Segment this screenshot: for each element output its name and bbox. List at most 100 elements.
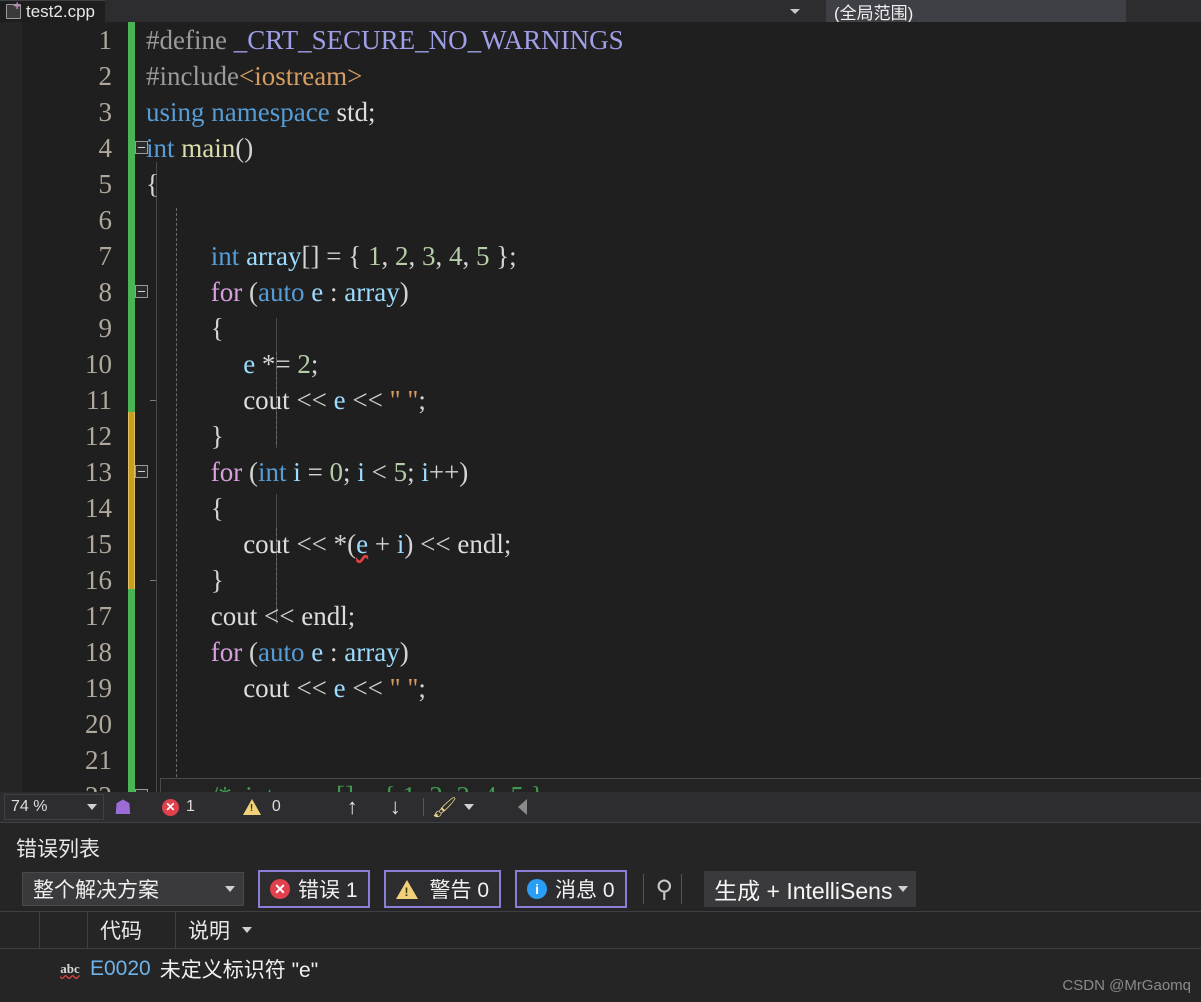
code-token: " ": [389, 385, 419, 415]
code-line[interactable]: 19 cout << e << " ";: [0, 670, 1201, 706]
code-line[interactable]: 13 for (int i = 0; i < 5; i++): [0, 454, 1201, 490]
code-token: i: [421, 457, 429, 487]
code-token: ;: [503, 529, 512, 559]
code-token: cout: [243, 673, 290, 703]
toolbar-divider: [642, 874, 644, 904]
code-line[interactable]: 14 {: [0, 490, 1201, 526]
code-line[interactable]: 8 for (auto e : array): [0, 274, 1201, 310]
code-line[interactable]: 9{: [0, 310, 1201, 346]
error-list-header-row: 代码 说明: [0, 911, 1201, 949]
build-source-dropdown[interactable]: 生成 + IntelliSens: [704, 871, 917, 907]
line-number: 18: [85, 637, 112, 667]
code-line[interactable]: 7 int array[] = { 1, 2, 3, 4, 5 };: [0, 238, 1201, 274]
build-source-label: 生成 + IntelliSens: [714, 878, 893, 904]
code-line[interactable]: 6: [0, 202, 1201, 238]
line-number: 20: [85, 709, 112, 739]
code-token: ;: [418, 385, 426, 415]
code-line[interactable]: 16}: [0, 562, 1201, 598]
code-editor[interactable]: 1 #define _CRT_SECURE_NO_WARNINGS 2 #includ…: [0, 22, 1201, 792]
code-line[interactable]: 17 cout << endl;: [0, 598, 1201, 634]
arrow-left-icon[interactable]: [518, 799, 528, 815]
code-line[interactable]: 3 using namespace std;: [0, 94, 1201, 130]
warnings-filter-button[interactable]: 警告 0: [383, 870, 502, 908]
code-line[interactable]: 18 for (auto e : array): [0, 634, 1201, 670]
code-token: {: [210, 313, 224, 343]
messages-filter-button[interactable]: i 消息 0: [515, 870, 627, 908]
code-token: endl: [457, 529, 504, 559]
code-line[interactable]: 1 #define _CRT_SECURE_NO_WARNINGS: [0, 22, 1201, 58]
line-number: 22: [0, 778, 112, 792]
code-token: <<: [345, 385, 390, 415]
code-token: (): [235, 133, 254, 163]
status-error-count[interactable]: ✕ 1: [161, 798, 195, 816]
tab-label: test2.cpp: [26, 1, 95, 21]
code-token: i: [293, 457, 301, 487]
column-header-code[interactable]: 代码: [88, 911, 176, 949]
code-token: int: [258, 457, 294, 487]
code-text: #define _CRT_SECURE_NO_WARNINGS: [146, 22, 624, 58]
zoom-level-selector[interactable]: 74 %: [4, 794, 104, 820]
code-token: (: [249, 637, 259, 667]
code-cleanup-icon[interactable]: 🖌: [432, 795, 457, 820]
code-token: *(: [333, 529, 357, 559]
errors-filter-button[interactable]: ✕ 错误 1: [258, 870, 370, 908]
code-text: /* int array[] = { 1, 2, 3, 4, 5 };: [211, 778, 551, 792]
code-token: cout: [210, 601, 258, 631]
arrow-up-icon[interactable]: ↑: [347, 794, 358, 820]
code-line[interactable]: 21: [0, 742, 1201, 778]
chevron-down-icon: [898, 886, 909, 892]
line-number: 10: [85, 349, 112, 379]
column-header-description-label: 说明: [188, 920, 230, 943]
code-line[interactable]: 15 cout << *(e + i) << endl;: [0, 526, 1201, 562]
code-token: 3: [421, 241, 436, 271]
code-token: using namespace: [146, 97, 337, 127]
code-token: _CRT_SECURE_NO_WARNINGS: [233, 25, 624, 55]
code-token: int: [210, 241, 247, 271]
status-warning-count[interactable]: 0: [242, 798, 281, 816]
scope-dropdown[interactable]: 整个解决方案: [22, 872, 244, 906]
code-token: for: [210, 277, 250, 307]
code-line[interactable]: 4 int main(): [0, 130, 1201, 166]
line-number: 17: [85, 601, 112, 631]
code-line[interactable]: 20: [0, 706, 1201, 742]
code-line[interactable]: 11 cout << e << " ";: [0, 382, 1201, 418]
error-list-row[interactable]: abc E0020 未定义标识符 "e": [0, 949, 1201, 989]
code-token: ,: [462, 241, 476, 271]
error-list-toolbar: 整个解决方案 ✕ 错误 1 警告 0 i 消息 0 ⚲ 生成 + Intelli…: [0, 867, 1201, 911]
line-number: 16: [85, 565, 112, 595]
code-line[interactable]: 5{: [0, 166, 1201, 202]
filter-icon[interactable]: ⚲: [656, 875, 674, 904]
code-token: }: [210, 421, 224, 451]
code-text: #include<iostream>: [146, 58, 362, 94]
code-token: :: [323, 277, 345, 307]
column-header-description[interactable]: 说明: [176, 911, 976, 949]
code-token: int: [146, 133, 182, 163]
navbar-dropdown-caret[interactable]: [778, 0, 812, 22]
line-number: 4: [98, 133, 113, 163]
code-token: for: [210, 457, 250, 487]
chevron-down-icon: [790, 8, 800, 14]
code-token: <iostream>: [238, 61, 363, 91]
code-line[interactable]: 22 /* int array[] = { 1, 2, 3, 4, 5 };: [0, 778, 1201, 792]
intellicode-icon[interactable]: ☗: [114, 795, 132, 820]
navbar-scope-dropdown[interactable]: (全局范围): [826, 0, 1126, 23]
error-description: 未定义标识符 "e": [159, 959, 319, 982]
code-token: }: [210, 565, 224, 595]
code-line[interactable]: 10 e *= 2;: [0, 346, 1201, 382]
navbar-scope-label: (全局范围): [834, 3, 914, 23]
arrow-down-icon[interactable]: ↓: [390, 794, 401, 820]
code-token: <<: [289, 673, 334, 703]
code-token: e: [311, 637, 324, 667]
code-line[interactable]: 2 #include<iostream>: [0, 58, 1201, 94]
error-circle-icon: ✕: [161, 798, 179, 816]
code-token: <: [364, 457, 394, 487]
sort-descending-icon: [242, 927, 252, 933]
error-list-panel: 错误列表 整个解决方案 ✕ 错误 1 警告 0 i 消息 0 ⚲ 生成 + In…: [0, 822, 1201, 1002]
column-header-blank-2[interactable]: [40, 911, 88, 949]
editor-tab-test2-cpp[interactable]: test2.cpp: [0, 0, 105, 22]
code-line[interactable]: 12}: [0, 418, 1201, 454]
column-header-blank-1[interactable]: [0, 911, 40, 949]
editor-status-bar: 74 % ☗ ✕ 1 0 ↑ ↓ 🖌: [0, 792, 1201, 822]
line-number: 9: [98, 313, 113, 343]
chevron-down-icon[interactable]: [464, 804, 475, 810]
